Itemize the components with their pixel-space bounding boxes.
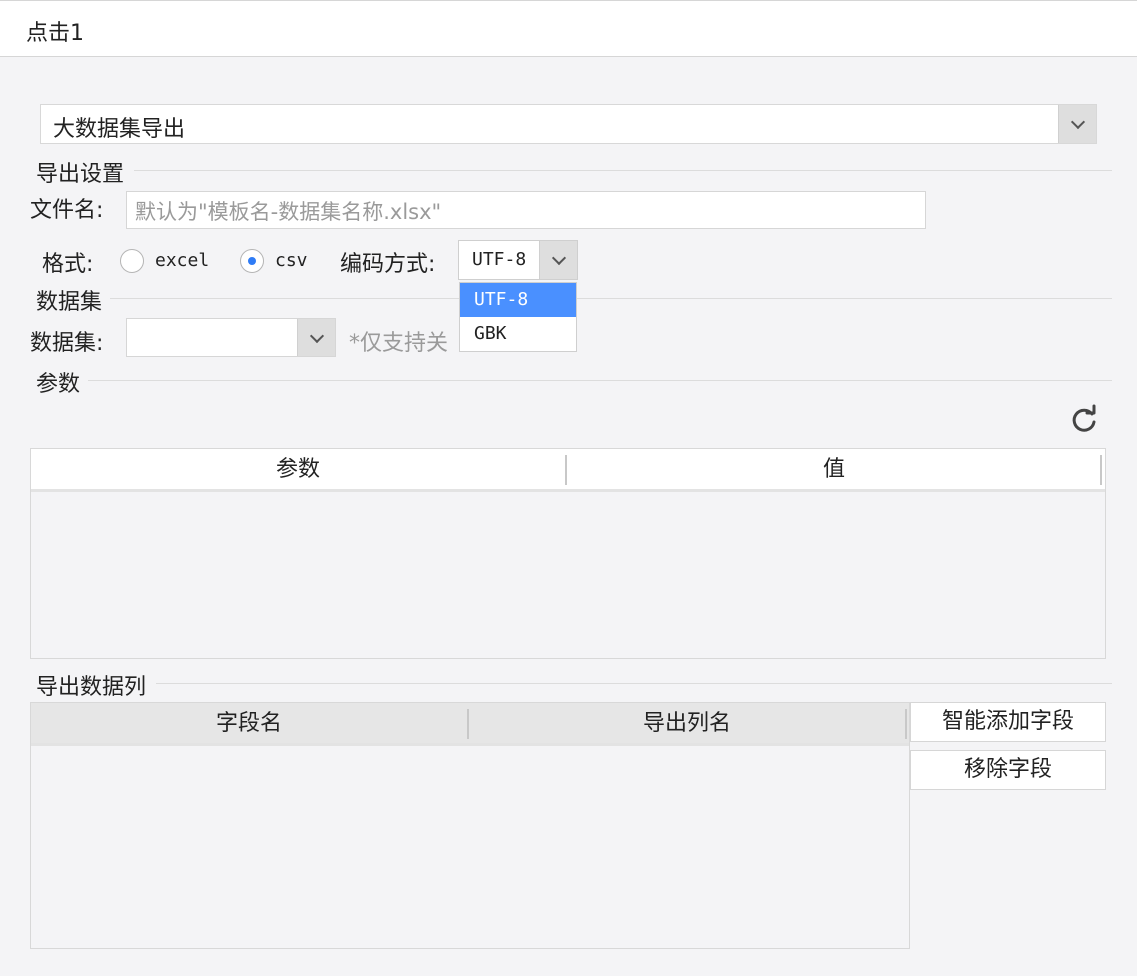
export-type-value: 大数据集导出	[53, 117, 186, 142]
field-name-column: 字段名	[215, 711, 282, 736]
title-bar: 点击1	[0, 0, 1137, 57]
format-radio-csv[interactable]	[240, 249, 264, 273]
export-type-select[interactable]: 大数据集导出	[40, 104, 1097, 144]
dataset-heading: 数据集	[36, 290, 103, 315]
export-columns-divider	[156, 683, 1112, 684]
filename-placeholder: 默认为"模板名-数据集名称.xlsx"	[135, 200, 442, 224]
params-column-divider-end[interactable]	[1100, 455, 1102, 485]
filename-input[interactable]: 默认为"模板名-数据集名称.xlsx"	[126, 191, 926, 229]
params-heading: 参数	[36, 372, 81, 397]
dataset-note: *仅支持关	[349, 331, 449, 356]
format-option-excel-label[interactable]: excel	[155, 250, 209, 271]
refresh-icon[interactable]	[1068, 404, 1100, 436]
encoding-label: 编码方式:	[340, 252, 436, 277]
chevron-down-icon	[309, 328, 324, 343]
export-type-dropdown-button[interactable]	[1058, 105, 1096, 143]
dataset-divider	[110, 298, 1112, 299]
format-label: 格式:	[42, 252, 94, 277]
encoding-dropdown-button[interactable]	[539, 241, 577, 279]
export-settings-heading: 导出设置	[36, 162, 125, 187]
format-option-csv-label[interactable]: csv	[275, 250, 308, 271]
params-divider	[88, 380, 1112, 381]
encoding-option-gbk[interactable]: GBK	[460, 317, 576, 351]
dataset-dropdown-button[interactable]	[297, 319, 335, 356]
smart-add-fields-button[interactable]: 智能添加字段	[910, 702, 1106, 742]
chevron-down-icon	[1070, 114, 1085, 130]
export-columns-table: 字段名 导出列名	[30, 702, 910, 949]
params-column-value: 值	[822, 457, 845, 482]
filename-label: 文件名:	[30, 198, 104, 223]
window-title: 点击1	[26, 21, 84, 46]
export-columns-heading: 导出数据列	[36, 675, 147, 700]
export-column-name-column: 导出列名	[642, 711, 731, 736]
params-table: 参数 值	[30, 448, 1106, 659]
encoding-option-utf8[interactable]: UTF-8	[460, 283, 576, 317]
dataset-label: 数据集:	[30, 331, 104, 356]
params-column-name: 参数	[275, 457, 320, 482]
format-radio-excel[interactable]	[120, 249, 144, 273]
export-columns-table-header: 字段名 导出列名	[31, 703, 909, 746]
export-settings-divider	[134, 170, 1112, 171]
encoding-value: UTF-8	[472, 249, 527, 270]
encoding-dropdown-list: UTF-8 GBK	[459, 282, 577, 352]
remove-field-button[interactable]: 移除字段	[910, 750, 1106, 790]
dataset-select[interactable]	[126, 318, 336, 357]
params-table-header: 参数 值	[31, 449, 1105, 492]
export-column-divider-end[interactable]	[905, 709, 907, 739]
chevron-down-icon	[551, 250, 566, 266]
encoding-select[interactable]: UTF-8	[458, 240, 578, 280]
